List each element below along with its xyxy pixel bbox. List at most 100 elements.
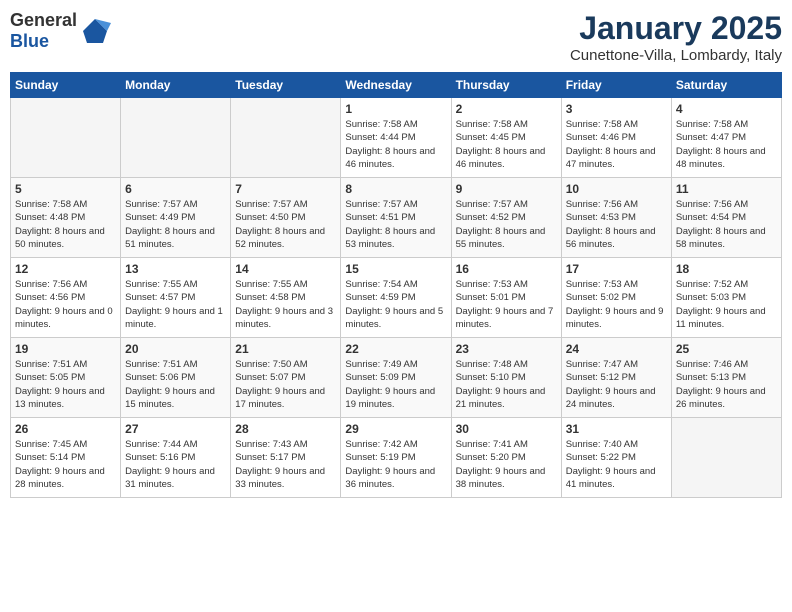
calendar-day-cell: 5 Sunrise: 7:58 AMSunset: 4:48 PMDaylight… bbox=[11, 178, 121, 258]
calendar-day-cell: 24 Sunrise: 7:47 AMSunset: 5:12 PMDayligh… bbox=[561, 338, 671, 418]
weekday-header: Saturday bbox=[671, 73, 781, 98]
calendar-day-cell: 29Sunrise: 7:42 AMSunset: 5:19 PMDayligh… bbox=[341, 418, 451, 498]
day-number: 30 bbox=[456, 422, 557, 436]
weekday-header: Friday bbox=[561, 73, 671, 98]
header-row: SundayMondayTuesdayWednesdayThursdayFrid… bbox=[11, 73, 782, 98]
day-number: 7 bbox=[235, 182, 336, 196]
day-number: 26 bbox=[15, 422, 116, 436]
day-number: 2 bbox=[456, 102, 557, 116]
day-number: 20 bbox=[125, 342, 226, 356]
day-info: Sunrise: 7:53 AMSunset: 5:01 PMDaylight:… bbox=[456, 278, 557, 331]
day-info: Sunrise: 7:40 AMSunset: 5:22 PMDaylight:… bbox=[566, 438, 667, 491]
day-info: Sunrise: 7:57 AMSunset: 4:50 PMDaylight:… bbox=[235, 198, 336, 251]
calendar-day-cell: 22Sunrise: 7:49 AMSunset: 5:09 PMDayligh… bbox=[341, 338, 451, 418]
day-info: Sunrise: 7:58 AMSunset: 4:46 PMDaylight:… bbox=[566, 118, 667, 171]
day-number: 10 bbox=[566, 182, 667, 196]
calendar-day-cell: 14 Sunrise: 7:55 AMSunset: 4:58 PMDayligh… bbox=[231, 258, 341, 338]
day-info: Sunrise: 7:57 AMSunset: 4:51 PMDaylight:… bbox=[345, 198, 446, 251]
day-number: 24 bbox=[566, 342, 667, 356]
calendar-week-row: 26 Sunrise: 7:45 AMSunset: 5:14 PMDayligh… bbox=[11, 418, 782, 498]
day-number: 3 bbox=[566, 102, 667, 116]
day-info: Sunrise: 7:56 AMSunset: 4:53 PMDaylight:… bbox=[566, 198, 667, 251]
day-number: 29 bbox=[345, 422, 446, 436]
day-number: 25 bbox=[676, 342, 777, 356]
calendar-day-cell: 13 Sunrise: 7:55 AMSunset: 4:57 PMDayligh… bbox=[121, 258, 231, 338]
day-number: 18 bbox=[676, 262, 777, 276]
calendar-day-cell: 2 Sunrise: 7:58 AMSunset: 4:45 PMDaylight… bbox=[451, 98, 561, 178]
day-info: Sunrise: 7:53 AMSunset: 5:02 PMDaylight:… bbox=[566, 278, 667, 331]
day-info: Sunrise: 7:55 AMSunset: 4:57 PMDaylight:… bbox=[125, 278, 226, 331]
calendar-day-cell: 16 Sunrise: 7:53 AMSunset: 5:01 PMDayligh… bbox=[451, 258, 561, 338]
calendar-day-cell: 1 Sunrise: 7:58 AMSunset: 4:44 PMDaylight… bbox=[341, 98, 451, 178]
day-info: Sunrise: 7:57 AMSunset: 4:49 PMDaylight:… bbox=[125, 198, 226, 251]
day-info: Sunrise: 7:55 AMSunset: 4:58 PMDaylight:… bbox=[235, 278, 336, 331]
day-number: 21 bbox=[235, 342, 336, 356]
calendar-day-cell: 12 Sunrise: 7:56 AMSunset: 4:56 PMDayligh… bbox=[11, 258, 121, 338]
day-number: 31 bbox=[566, 422, 667, 436]
day-info: Sunrise: 7:44 AMSunset: 5:16 PMDaylight:… bbox=[125, 438, 226, 491]
logo-general: General bbox=[10, 10, 77, 30]
day-info: Sunrise: 7:56 AMSunset: 4:54 PMDaylight:… bbox=[676, 198, 777, 251]
day-number: 9 bbox=[456, 182, 557, 196]
calendar-day-cell: 3 Sunrise: 7:58 AMSunset: 4:46 PMDaylight… bbox=[561, 98, 671, 178]
calendar-week-row: 19 Sunrise: 7:51 AMSunset: 5:05 PMDayligh… bbox=[11, 338, 782, 418]
calendar-day-cell: 30Sunrise: 7:41 AMSunset: 5:20 PMDayligh… bbox=[451, 418, 561, 498]
day-info: Sunrise: 7:47 AMSunset: 5:12 PMDaylight:… bbox=[566, 358, 667, 411]
logo-text: General Blue bbox=[10, 10, 77, 52]
day-info: Sunrise: 7:51 AMSunset: 5:05 PMDaylight:… bbox=[15, 358, 116, 411]
calendar-day-cell: 19 Sunrise: 7:51 AMSunset: 5:05 PMDayligh… bbox=[11, 338, 121, 418]
calendar-day-cell: 18 Sunrise: 7:52 AMSunset: 5:03 PMDayligh… bbox=[671, 258, 781, 338]
day-info: Sunrise: 7:58 AMSunset: 4:44 PMDaylight:… bbox=[345, 118, 446, 171]
weekday-header: Wednesday bbox=[341, 73, 451, 98]
logo-icon bbox=[79, 15, 111, 47]
calendar-day-cell bbox=[121, 98, 231, 178]
day-info: Sunrise: 7:58 AMSunset: 4:47 PMDaylight:… bbox=[676, 118, 777, 171]
logo: General Blue bbox=[10, 10, 111, 52]
calendar-day-cell: 8 Sunrise: 7:57 AMSunset: 4:51 PMDaylight… bbox=[341, 178, 451, 258]
location-title: Cunettone-Villa, Lombardy, Italy bbox=[570, 47, 782, 64]
calendar-day-cell: 20 Sunrise: 7:51 AMSunset: 5:06 PMDayligh… bbox=[121, 338, 231, 418]
day-number: 16 bbox=[456, 262, 557, 276]
day-info: Sunrise: 7:48 AMSunset: 5:10 PMDaylight:… bbox=[456, 358, 557, 411]
calendar-day-cell: 27 Sunrise: 7:44 AMSunset: 5:16 PMDayligh… bbox=[121, 418, 231, 498]
weekday-header: Tuesday bbox=[231, 73, 341, 98]
calendar-week-row: 1 Sunrise: 7:58 AMSunset: 4:44 PMDaylight… bbox=[11, 98, 782, 178]
calendar-table: SundayMondayTuesdayWednesdayThursdayFrid… bbox=[10, 72, 782, 498]
title-block: January 2025 Cunettone-Villa, Lombardy, … bbox=[570, 10, 782, 64]
day-info: Sunrise: 7:43 AMSunset: 5:17 PMDaylight:… bbox=[235, 438, 336, 491]
day-number: 14 bbox=[235, 262, 336, 276]
day-info: Sunrise: 7:58 AMSunset: 4:45 PMDaylight:… bbox=[456, 118, 557, 171]
day-number: 23 bbox=[456, 342, 557, 356]
calendar-day-cell: 17Sunrise: 7:53 AMSunset: 5:02 PMDayligh… bbox=[561, 258, 671, 338]
day-number: 1 bbox=[345, 102, 446, 116]
logo-blue: Blue bbox=[10, 31, 49, 51]
day-number: 13 bbox=[125, 262, 226, 276]
day-info: Sunrise: 7:56 AMSunset: 4:56 PMDaylight:… bbox=[15, 278, 116, 331]
day-info: Sunrise: 7:49 AMSunset: 5:09 PMDaylight:… bbox=[345, 358, 446, 411]
day-number: 8 bbox=[345, 182, 446, 196]
calendar-day-cell: 4Sunrise: 7:58 AMSunset: 4:47 PMDaylight… bbox=[671, 98, 781, 178]
day-number: 28 bbox=[235, 422, 336, 436]
day-number: 19 bbox=[15, 342, 116, 356]
day-number: 27 bbox=[125, 422, 226, 436]
weekday-header: Thursday bbox=[451, 73, 561, 98]
weekday-header: Monday bbox=[121, 73, 231, 98]
day-number: 15 bbox=[345, 262, 446, 276]
day-info: Sunrise: 7:45 AMSunset: 5:14 PMDaylight:… bbox=[15, 438, 116, 491]
day-info: Sunrise: 7:50 AMSunset: 5:07 PMDaylight:… bbox=[235, 358, 336, 411]
calendar-day-cell bbox=[671, 418, 781, 498]
calendar-week-row: 12 Sunrise: 7:56 AMSunset: 4:56 PMDayligh… bbox=[11, 258, 782, 338]
day-number: 12 bbox=[15, 262, 116, 276]
calendar-day-cell: 9Sunrise: 7:57 AMSunset: 4:52 PMDaylight… bbox=[451, 178, 561, 258]
day-info: Sunrise: 7:46 AMSunset: 5:13 PMDaylight:… bbox=[676, 358, 777, 411]
calendar-day-cell: 23 Sunrise: 7:48 AMSunset: 5:10 PMDayligh… bbox=[451, 338, 561, 418]
day-number: 5 bbox=[15, 182, 116, 196]
day-info: Sunrise: 7:52 AMSunset: 5:03 PMDaylight:… bbox=[676, 278, 777, 331]
day-info: Sunrise: 7:58 AMSunset: 4:48 PMDaylight:… bbox=[15, 198, 116, 251]
month-title: January 2025 bbox=[570, 10, 782, 47]
calendar-day-cell: 6Sunrise: 7:57 AMSunset: 4:49 PMDaylight… bbox=[121, 178, 231, 258]
day-info: Sunrise: 7:51 AMSunset: 5:06 PMDaylight:… bbox=[125, 358, 226, 411]
page-header: General Blue January 2025 Cunettone-Vill… bbox=[10, 10, 782, 64]
calendar-day-cell: 28 Sunrise: 7:43 AMSunset: 5:17 PMDayligh… bbox=[231, 418, 341, 498]
day-info: Sunrise: 7:54 AMSunset: 4:59 PMDaylight:… bbox=[345, 278, 446, 331]
